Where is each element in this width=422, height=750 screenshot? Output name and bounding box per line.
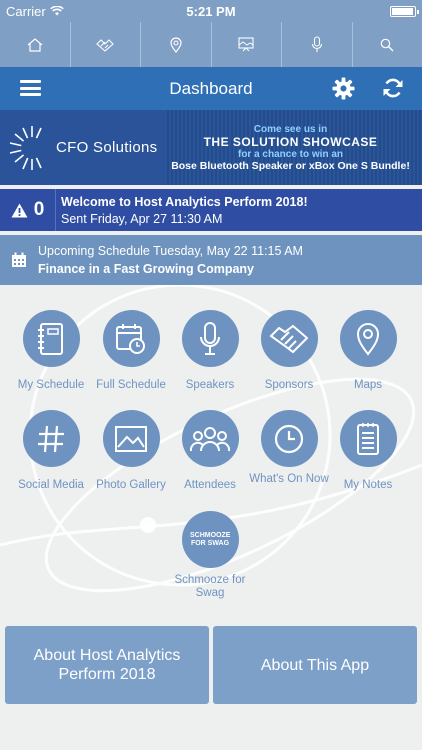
map-pin-icon (356, 322, 380, 356)
sponsor-banner[interactable]: CFO Solutions Come see us in THE SOLUTIO… (0, 110, 422, 185)
tile-whats-on-now[interactable]: What's On Now (247, 410, 331, 486)
handshake-icon (96, 38, 115, 52)
upcoming-schedule[interactable]: Upcoming Schedule Tuesday, May 22 11:15 … (0, 235, 422, 285)
group-icon (190, 426, 230, 451)
page-title: Dashboard (169, 78, 253, 98)
clock-time: 5:21 PM (186, 3, 236, 19)
tile-sponsors[interactable]: Sponsors (247, 310, 331, 392)
banner-brand-name: CFO Solutions (56, 139, 158, 156)
tile-label: Schmooze for Swag (174, 574, 246, 599)
map-pin-icon (170, 36, 182, 53)
tile-attendees[interactable]: Attendees (168, 410, 252, 492)
tile-speakers[interactable]: Speakers (168, 310, 252, 392)
cfo-burst-logo-icon (9, 125, 43, 170)
tile-my-notes[interactable]: My Notes (326, 410, 410, 492)
promo-line-4: Bose Bluetooth Speaker or xBox One S Bun… (171, 159, 410, 172)
microphone-icon (200, 321, 220, 355)
tile-label: Sponsors (264, 379, 314, 391)
promo-line-3: for a chance to win an (237, 148, 344, 160)
tile-label: Full Schedule (96, 379, 166, 391)
alert-sent-time: Sent Friday, Apr 27 11:30 AM (61, 211, 223, 226)
tile-photo-gallery[interactable]: Photo Gallery (89, 410, 173, 492)
schedule-session-title: Finance in a Fast Growing Company (38, 262, 255, 276)
tile-schmooze-for-swag[interactable]: SCHMOOZE FOR SWAG Schmooze for Swag (168, 511, 252, 600)
alert-count: 0 (33, 199, 45, 220)
nav-speakers[interactable] (282, 22, 353, 67)
photo-icon (115, 425, 147, 452)
top-nav-bar (0, 22, 422, 67)
tile-label: Maps (353, 379, 383, 391)
nav-home[interactable] (0, 22, 71, 67)
hamburger-menu-icon[interactable] (20, 80, 41, 96)
clock-icon (274, 424, 304, 453)
about-app-button[interactable]: About This App (213, 626, 417, 704)
tile-full-schedule[interactable]: Full Schedule (89, 310, 173, 392)
tile-label: Speakers (185, 379, 235, 391)
feature-grid: My Schedule Full Schedule Speakers Spons… (0, 285, 422, 625)
schmooze-badge-text: SCHMOOZE FOR SWAG (190, 531, 231, 547)
battery-icon (390, 6, 419, 17)
notebook-icon (38, 322, 63, 355)
tile-label: My Notes (343, 479, 393, 491)
banner-promo: Come see us in THE SOLUTION SHOWCASE for… (165, 110, 422, 185)
alert-count-box: 0 (0, 189, 56, 231)
nav-gallery[interactable] (212, 22, 282, 67)
nav-sponsors[interactable] (71, 22, 141, 67)
calendar-icon (12, 252, 26, 267)
alert-title: Welcome to Host Analytics Perform 2018! (61, 194, 308, 209)
alert-notification[interactable]: 0 Welcome to Host Analytics Perform 2018… (0, 189, 422, 231)
tile-maps[interactable]: Maps (326, 310, 410, 392)
schedule-datetime: Upcoming Schedule Tuesday, May 22 11:15 … (38, 244, 303, 258)
tile-label: Attendees (184, 479, 236, 491)
microphone-icon (311, 36, 322, 52)
tile-social-media[interactable]: Social Media (9, 410, 93, 492)
calendar-clock-icon (116, 323, 145, 354)
refresh-icon[interactable] (382, 77, 404, 99)
about-event-button[interactable]: About Host Analytics Perform 2018 (5, 626, 209, 704)
app-header: Dashboard (0, 67, 422, 110)
gear-icon[interactable] (332, 77, 355, 100)
tile-my-schedule[interactable]: My Schedule (9, 310, 93, 392)
nav-search[interactable] (353, 22, 422, 67)
hashtag-icon (38, 425, 64, 452)
promo-line-1: Come see us in (253, 123, 328, 135)
warning-icon (11, 203, 28, 217)
handshake-icon (269, 324, 309, 353)
notes-icon (357, 422, 379, 455)
search-icon (380, 38, 394, 51)
tile-label: Photo Gallery (96, 479, 166, 491)
status-bar: Carrier 5:21 PM (0, 0, 422, 22)
promo-line-2: THE SOLUTION SHOWCASE (203, 134, 378, 149)
tile-label: Social Media (18, 479, 84, 491)
nav-maps[interactable] (141, 22, 212, 67)
home-icon (27, 37, 43, 52)
tile-label: My Schedule (17, 379, 85, 391)
gallery-icon (238, 37, 254, 52)
banner-brand: CFO Solutions (0, 110, 165, 185)
tile-label: What's On Now (249, 473, 329, 485)
